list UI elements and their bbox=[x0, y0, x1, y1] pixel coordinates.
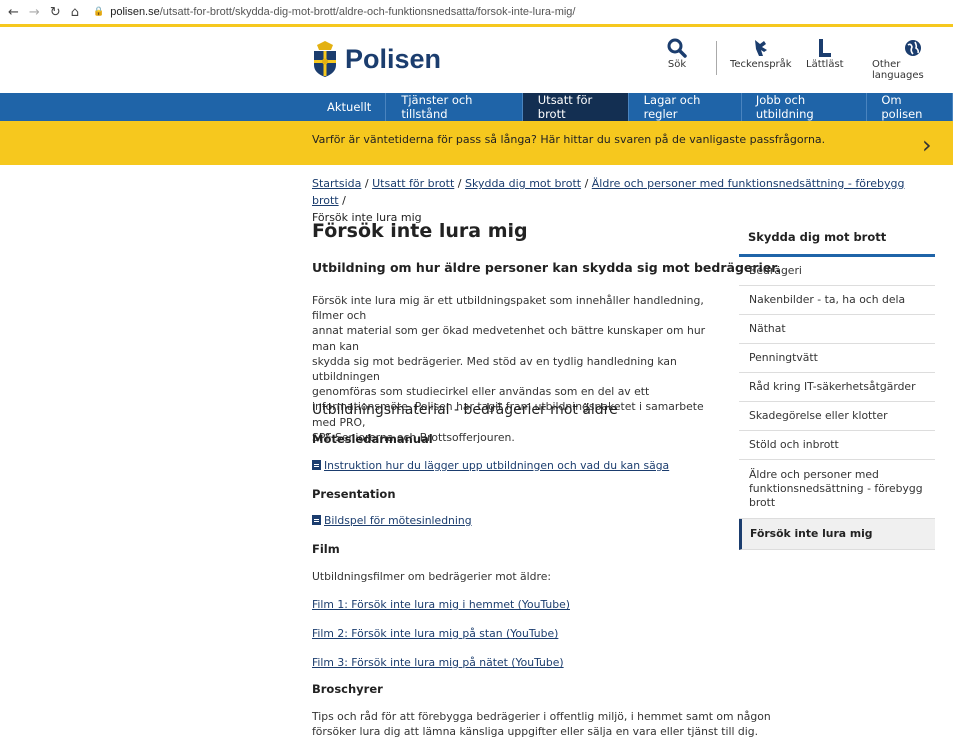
manual-link[interactable]: Instruktion hur du lägger upp utbildning… bbox=[312, 459, 669, 472]
nav-item-utsatt-for-brott[interactable]: Utsatt för brott bbox=[521, 93, 628, 121]
breadcrumb-link-startsida[interactable]: Startsida bbox=[312, 177, 361, 190]
intro-text: Försök inte lura mig är ett utbildningsp… bbox=[312, 293, 724, 445]
presentation-heading: Presentation bbox=[312, 487, 396, 501]
intro-line: Försök inte lura mig är ett utbildningsp… bbox=[312, 294, 704, 323]
url-path: /utsatt-for-brott/skydda-dig-mot-brott/a… bbox=[159, 6, 576, 18]
header-divider bbox=[716, 41, 717, 75]
search-icon bbox=[667, 37, 687, 59]
film-intro: Utbildningsfilmer om bedrägerier mot äld… bbox=[312, 570, 551, 583]
sidebar-title: Skydda dig mot brott bbox=[739, 220, 935, 257]
browser-toolbar: ← → ↻ ⌂ 🔒 polisen.se/utsatt-for-brott/sk… bbox=[0, 0, 953, 27]
site-logo[interactable]: Polisen bbox=[311, 41, 441, 77]
brochures-heading: Broschyrer bbox=[312, 682, 383, 696]
presentation-link-text: Bildspel för mötesinledning bbox=[324, 514, 472, 527]
document-icon bbox=[312, 515, 321, 525]
intro-line: skydda sig mot bedrägerier. Med stöd av … bbox=[312, 354, 677, 384]
document-icon bbox=[312, 460, 321, 470]
sidebar-item-penningtvatt[interactable]: Penningtvätt bbox=[739, 344, 935, 373]
nav-item-jobb[interactable]: Jobb och utbildning bbox=[740, 93, 867, 121]
brochures-line: försöker lura dig att lämna känsliga upp… bbox=[312, 725, 759, 739]
manual-link-text: Instruktion hur du lägger upp utbildning… bbox=[324, 459, 670, 472]
film-link-3[interactable]: Film 3: Försök inte lura mig på nätet (Y… bbox=[312, 656, 564, 669]
search-button[interactable]: Sök bbox=[667, 37, 687, 70]
breadcrumb-link-utsatt[interactable]: Utsatt för brott bbox=[372, 177, 454, 190]
breadcrumb-separator: / bbox=[454, 177, 465, 190]
section-title: Utbildningsmaterial - bedrägerier mot äl… bbox=[312, 402, 618, 418]
presentation-link[interactable]: Bildspel för mötesinledning bbox=[312, 514, 472, 527]
search-label: Sök bbox=[667, 59, 687, 70]
globe-icon bbox=[904, 37, 922, 59]
other-languages-button[interactable]: Other languages bbox=[872, 37, 953, 81]
breadcrumb-separator: / bbox=[581, 177, 592, 190]
sign-language-button[interactable]: Teckenspråk bbox=[730, 37, 792, 70]
easy-read-label: Lättläst bbox=[806, 59, 844, 70]
intro-line: genomföras som studiecirkel eller använd… bbox=[312, 385, 650, 399]
sidebar-item-stold[interactable]: Stöld och inbrott bbox=[739, 431, 935, 460]
brochures-text: Tips och råd för att förebygga bedrägeri… bbox=[312, 709, 771, 739]
breadcrumb-separator: / bbox=[361, 177, 373, 190]
sidebar-item-nathat[interactable]: Näthat bbox=[739, 315, 935, 344]
nav-item-om-polisen[interactable]: Om polisen bbox=[866, 93, 953, 121]
breadcrumb: Startsida / Utsatt för brott / Skydda di… bbox=[312, 175, 912, 226]
url-host: polisen.se bbox=[110, 6, 160, 18]
film-link-2[interactable]: Film 2: Försök inte lura mig på stan (Yo… bbox=[312, 627, 558, 640]
logo-text: Polisen bbox=[345, 43, 442, 74]
nav-item-aktuellt[interactable]: Aktuellt bbox=[313, 93, 385, 121]
sidebar-item-bedrageri[interactable]: Bedrägeri bbox=[739, 257, 935, 286]
easy-read-icon bbox=[817, 37, 833, 59]
chevron-right-icon[interactable]: › bbox=[922, 131, 932, 159]
browser-nav: ← → ↻ ⌂ bbox=[8, 5, 79, 20]
back-icon[interactable]: ← bbox=[8, 5, 19, 20]
forward-icon[interactable]: → bbox=[29, 5, 40, 20]
brochures-line: Tips och råd för att förebygga bedrägeri… bbox=[312, 710, 771, 723]
film-link-1[interactable]: Film 1: Försök inte lura mig i hemmet (Y… bbox=[312, 598, 570, 611]
manual-heading: Mötesledarmanual bbox=[312, 432, 433, 446]
nav-item-lagar[interactable]: Lagar och regler bbox=[627, 93, 741, 121]
film-heading: Film bbox=[312, 542, 340, 556]
nav-item-tjanster[interactable]: Tjänster och tillstånd bbox=[385, 93, 521, 121]
breadcrumb-separator: / bbox=[338, 194, 346, 207]
sidebar-item-skadegorelse[interactable]: Skadegörelse eller klotter bbox=[739, 402, 935, 431]
sidebar-item-nakenbilder[interactable]: Nakenbilder - ta, ha och dela bbox=[739, 286, 935, 315]
other-languages-label: Other languages bbox=[872, 59, 924, 81]
home-icon[interactable]: ⌂ bbox=[71, 5, 79, 20]
sidebar-item-it-sakerhet[interactable]: Råd kring IT-säkerhetsåtgärder bbox=[739, 373, 935, 402]
info-banner[interactable]: Varför är väntetiderna för pass så långa… bbox=[0, 121, 953, 165]
reload-icon[interactable]: ↻ bbox=[50, 5, 61, 20]
page-title: Försök inte lura mig bbox=[312, 220, 528, 242]
sidebar-item-aldre[interactable]: Äldre och personer med funktionsnedsättn… bbox=[739, 460, 935, 519]
lock-icon: 🔒 bbox=[92, 7, 105, 17]
banner-text: Varför är väntetiderna för pass så långa… bbox=[312, 133, 826, 146]
address-bar[interactable]: polisen.se/utsatt-for-brott/skydda-dig-m… bbox=[110, 6, 575, 18]
intro-line: annat material som ger ökad medvetenhet … bbox=[312, 324, 706, 353]
site-header: Polisen Sök Teckenspråk Lättläst Other l… bbox=[0, 27, 953, 93]
main-content: Försök inte lura mig Utbildning om hur ä… bbox=[312, 220, 780, 738]
easy-read-button[interactable]: Lättläst bbox=[806, 37, 844, 70]
main-navigation: Aktuellt Tjänster och tillstånd Utsatt f… bbox=[0, 93, 953, 121]
sign-language-icon bbox=[752, 37, 770, 59]
sidebar-item-forsok-inte-lura-mig[interactable]: Försök inte lura mig bbox=[739, 519, 935, 550]
breadcrumb-link-skydda[interactable]: Skydda dig mot brott bbox=[465, 177, 581, 190]
crest-icon bbox=[314, 41, 336, 77]
sign-language-label: Teckenspråk bbox=[730, 59, 792, 70]
sidebar: Skydda dig mot brott Bedrägeri Nakenbild… bbox=[739, 220, 935, 550]
page-lead: Utbildning om hur äldre personer kan sky… bbox=[312, 260, 781, 275]
